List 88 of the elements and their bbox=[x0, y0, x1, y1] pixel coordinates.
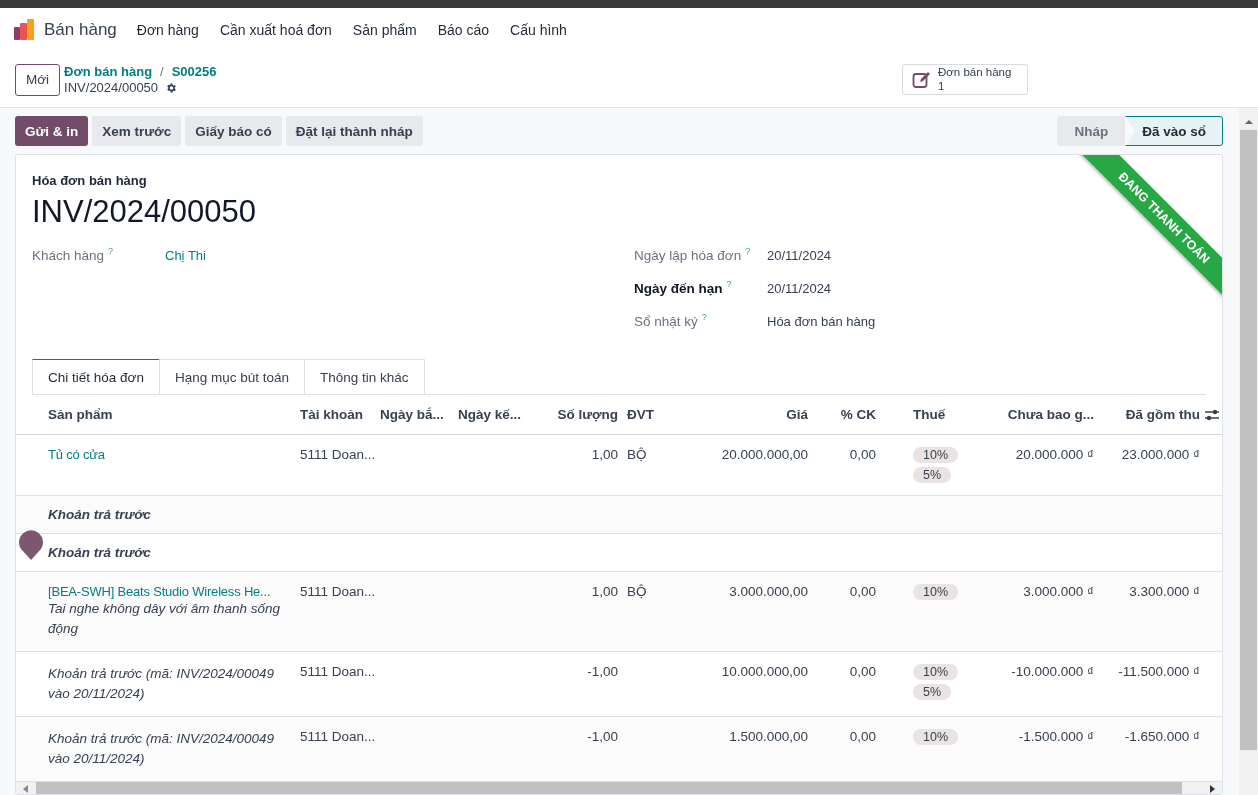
tax-tag: 10% bbox=[913, 584, 959, 600]
table-cell-text: -1,00 bbox=[586, 664, 618, 679]
field-value: 20/11/2024 bbox=[767, 280, 832, 296]
table-cell-text: 1.500.000,00 bbox=[728, 729, 808, 744]
table-cell-text: 5111 Doan... bbox=[300, 447, 377, 462]
field-label: Ngày đến hạn bbox=[634, 280, 723, 296]
table-cell-text: 23.000.000 ₫ bbox=[1120, 447, 1200, 462]
help-mark[interactable]: ? bbox=[701, 312, 707, 322]
invoice-number: INV/2024/00050 bbox=[32, 194, 257, 230]
table-cell-text: 20.000.000 ₫ bbox=[1014, 447, 1094, 462]
table-cell-text: 20.000.000,00 bbox=[720, 447, 808, 462]
line-label: Khoản trả trước (mã: INV/2024/00049 vào 20/11/2024) bbox=[48, 665, 276, 703]
tax-tag: 5% bbox=[913, 684, 952, 700]
column-header[interactable]: Ngày bắ... bbox=[380, 407, 458, 422]
gear-icon[interactable] bbox=[165, 81, 178, 94]
tax-tag: 5% bbox=[913, 467, 952, 483]
column-header[interactable]: Đã gồm thu bbox=[1094, 407, 1200, 422]
product-description: Tai nghe không dây với âm thanh sống động bbox=[48, 600, 282, 638]
section-heading[interactable]: Khoản trả trước bbox=[48, 545, 151, 560]
tax-tag: 10% bbox=[913, 729, 959, 745]
table-cell-text: 3.000.000 ₫ bbox=[1022, 584, 1094, 599]
column-header[interactable]: ĐVT bbox=[627, 407, 687, 422]
column-header[interactable]: Ngày kế... bbox=[458, 407, 518, 422]
product-link[interactable]: [BEA-SWH] Beats Studio Wireless He... bbox=[48, 584, 271, 599]
table-cell-text: -11.500.000 ₫ bbox=[1117, 664, 1200, 679]
field-label: Ngày lập hóa đơn bbox=[634, 247, 742, 263]
table-cell: BỘ bbox=[627, 584, 647, 599]
edit-icon bbox=[912, 70, 932, 89]
column-header[interactable]: Thuế bbox=[913, 407, 983, 422]
table-cell: BỘ bbox=[627, 447, 647, 462]
table-cell-text: 1,00 bbox=[590, 584, 618, 599]
tab[interactable]: Thông tin khác bbox=[304, 359, 425, 394]
table-cell-text: 1,00 bbox=[590, 447, 618, 462]
breadcrumb-link[interactable]: Đơn bán hàng bbox=[64, 64, 153, 79]
table-cell-text: 0,00 bbox=[848, 447, 876, 462]
action-button[interactable]: Gửi & in bbox=[15, 116, 89, 146]
table-cell-text: 3.300.000 ₫ bbox=[1128, 584, 1200, 599]
column-header[interactable]: Tài khoản bbox=[300, 407, 380, 422]
tab[interactable]: Chi tiết hóa đơn bbox=[32, 359, 160, 394]
menu-item[interactable]: Báo cáo bbox=[437, 22, 490, 38]
field-value: 20/11/2024 bbox=[767, 247, 832, 263]
status-step[interactable]: Nháp bbox=[1057, 116, 1126, 146]
table-cell-text: 0,00 bbox=[848, 729, 876, 744]
sales-order-smart-button[interactable]: Đơn bán hàng 1 bbox=[902, 64, 1029, 95]
tax-tag: 10% bbox=[913, 664, 959, 680]
column-header[interactable]: % CK bbox=[808, 407, 876, 422]
table-cell-text: 5111 Doan... bbox=[300, 729, 377, 744]
table-cell-text: -10.000.000 ₫ bbox=[1010, 664, 1094, 679]
table-cell-text: 0,00 bbox=[848, 664, 876, 679]
scroll-right-arrow-icon[interactable] bbox=[1208, 784, 1216, 794]
field-value-link[interactable]: Chị Thi bbox=[165, 247, 206, 263]
table-cell-text: -1,00 bbox=[586, 729, 618, 744]
breadcrumb-link[interactable]: S00256 bbox=[171, 64, 217, 79]
menu-item[interactable]: Đơn hàng bbox=[136, 22, 199, 38]
section-heading[interactable]: Khoản trả trước bbox=[48, 507, 151, 522]
table-cell-text: 10.000.000,00 bbox=[720, 664, 808, 679]
scroll-up-arrow-icon[interactable] bbox=[1243, 118, 1254, 126]
status-step[interactable]: Đã vào sổ bbox=[1125, 116, 1223, 146]
bar-chart-logo-icon[interactable] bbox=[13, 19, 35, 41]
action-button[interactable]: Xem trước bbox=[92, 116, 182, 146]
new-button[interactable]: Mới bbox=[15, 63, 61, 96]
table-cell-text: 3.000.000,00 bbox=[728, 584, 808, 599]
column-settings-icon[interactable] bbox=[1204, 408, 1220, 422]
menu-item[interactable]: Cấu hình bbox=[510, 22, 567, 38]
menu-item[interactable]: Cần xuất hoá đơn bbox=[219, 22, 332, 38]
pin-marker-icon bbox=[18, 529, 44, 561]
table-cell-text: 5111 Doan... bbox=[300, 584, 377, 599]
table-cell-text: 0,00 bbox=[848, 584, 876, 599]
column-header[interactable]: Giá bbox=[687, 407, 808, 422]
table-cell-text: 5111 Doan... bbox=[300, 664, 377, 679]
record-name: INV/2024/00050 bbox=[64, 80, 159, 95]
vertical-scrollbar[interactable] bbox=[1239, 108, 1258, 795]
tax-tag: 10% bbox=[913, 447, 959, 463]
breadcrumb-separator: / bbox=[160, 64, 164, 79]
column-header[interactable]: Chưa bao g... bbox=[983, 407, 1094, 422]
action-button[interactable]: Đặt lại thành nháp bbox=[285, 116, 423, 146]
menu-item[interactable]: Sản phẩm bbox=[352, 22, 417, 38]
table-cell-text: -1.650.000 ₫ bbox=[1123, 729, 1200, 744]
table-cell-text: -1.500.000 ₫ bbox=[1017, 729, 1094, 744]
product-link[interactable]: Tủ có cửa bbox=[48, 447, 105, 462]
line-label: Khoản trả trước (mã: INV/2024/00049 vào 20/11/2024) bbox=[48, 730, 276, 768]
scroll-left-arrow-icon[interactable] bbox=[22, 784, 30, 794]
field-label: Khách hàng bbox=[32, 247, 105, 263]
action-button[interactable]: Giấy báo có bbox=[185, 116, 282, 146]
field-label: Sổ nhật ký bbox=[634, 313, 698, 329]
app-name-link[interactable]: Bán hàng bbox=[44, 20, 117, 40]
column-header[interactable]: Sản phẩm bbox=[48, 407, 300, 422]
field-value: Hóa đơn bán hàng bbox=[767, 313, 876, 329]
